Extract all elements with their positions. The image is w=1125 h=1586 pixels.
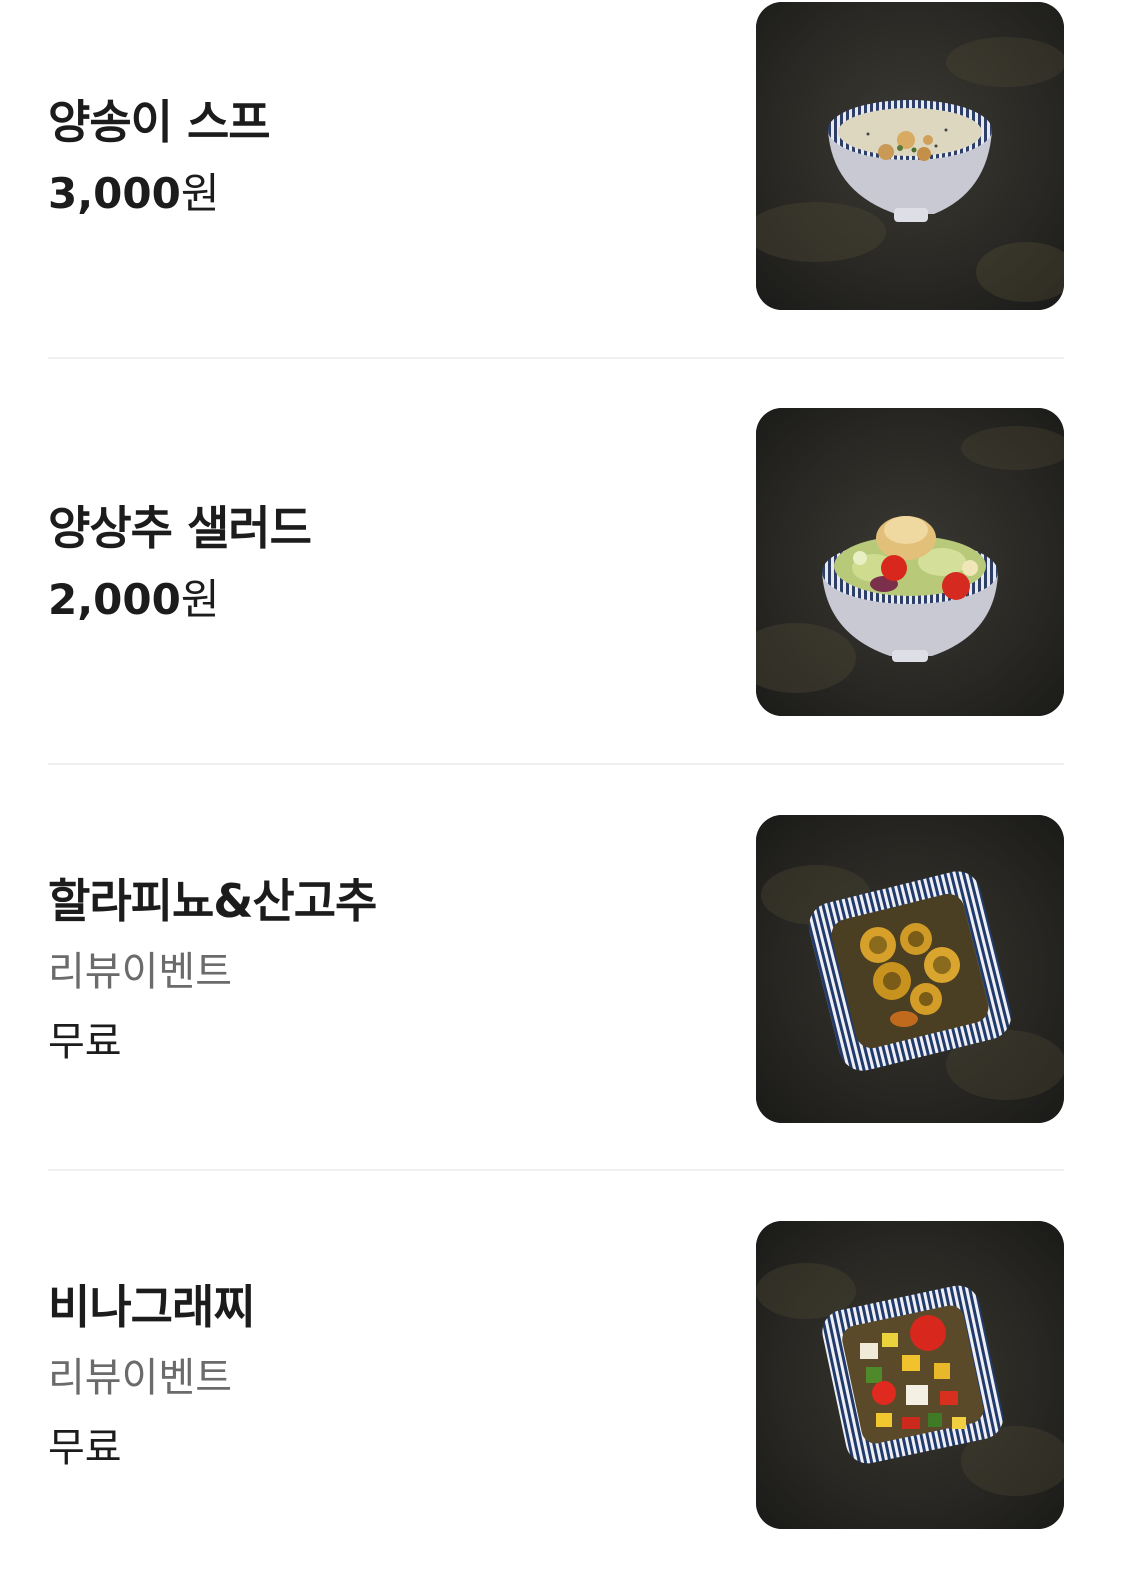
menu-item-jalapeno[interactable]: 할라피뇨&산고추 리뷰이벤트 무료 (48, 815, 1064, 1125)
divider (48, 357, 1064, 359)
menu-item-info: 할라피뇨&산고추 리뷰이벤트 무료 (48, 815, 728, 1125)
review-event-label: 리뷰이벤트 (48, 949, 232, 995)
mushroom-soup-bowl-photo[interactable] (756, 2, 1064, 310)
menu-item-price-free: 무료 (48, 1019, 122, 1065)
review-event-label: 리뷰이벤트 (48, 1355, 232, 1401)
menu-item-info: 양상추 샐러드 2,000원 (48, 408, 728, 718)
vinaigrette-salsa-dish-photo[interactable] (756, 1221, 1064, 1529)
price-unit: 원 (180, 575, 220, 624)
price-value: 2,000 (48, 575, 181, 624)
menu-item-vinaigrette[interactable]: 비나그래찌 리뷰이벤트 무료 (48, 1221, 1064, 1531)
lettuce-salad-bowl-photo[interactable] (756, 408, 1064, 716)
price-unit: 원 (180, 169, 220, 218)
divider (48, 1169, 1064, 1171)
menu-item-name: 비나그래찌 (48, 1280, 256, 1334)
menu-item-price: 3,000원 (48, 168, 728, 220)
menu-item-mushroom-soup[interactable]: 양송이 스프 3,000원 (48, 2, 1064, 312)
menu-item-price-free: 무료 (48, 1425, 122, 1471)
menu-item-info: 비나그래찌 리뷰이벤트 무료 (48, 1221, 728, 1531)
jalapeno-pickle-dish-photo[interactable] (756, 815, 1064, 1123)
menu-item-info: 양송이 스프 3,000원 (48, 2, 728, 312)
menu-item-name: 할라피뇨&산고추 (48, 874, 377, 928)
menu-item-lettuce-salad[interactable]: 양상추 샐러드 2,000원 (48, 408, 1064, 718)
menu-item-name: 양상추 샐러드 (48, 501, 312, 555)
price-value: 3,000 (48, 169, 181, 218)
divider (48, 763, 1064, 765)
side-menu-list: 양송이 스프 3,000원 양상추 샐러드 2,000원 할라피뇨&산고추 리뷰… (0, 0, 1125, 1586)
menu-item-price: 2,000원 (48, 574, 728, 626)
menu-item-name: 양송이 스프 (48, 95, 271, 149)
